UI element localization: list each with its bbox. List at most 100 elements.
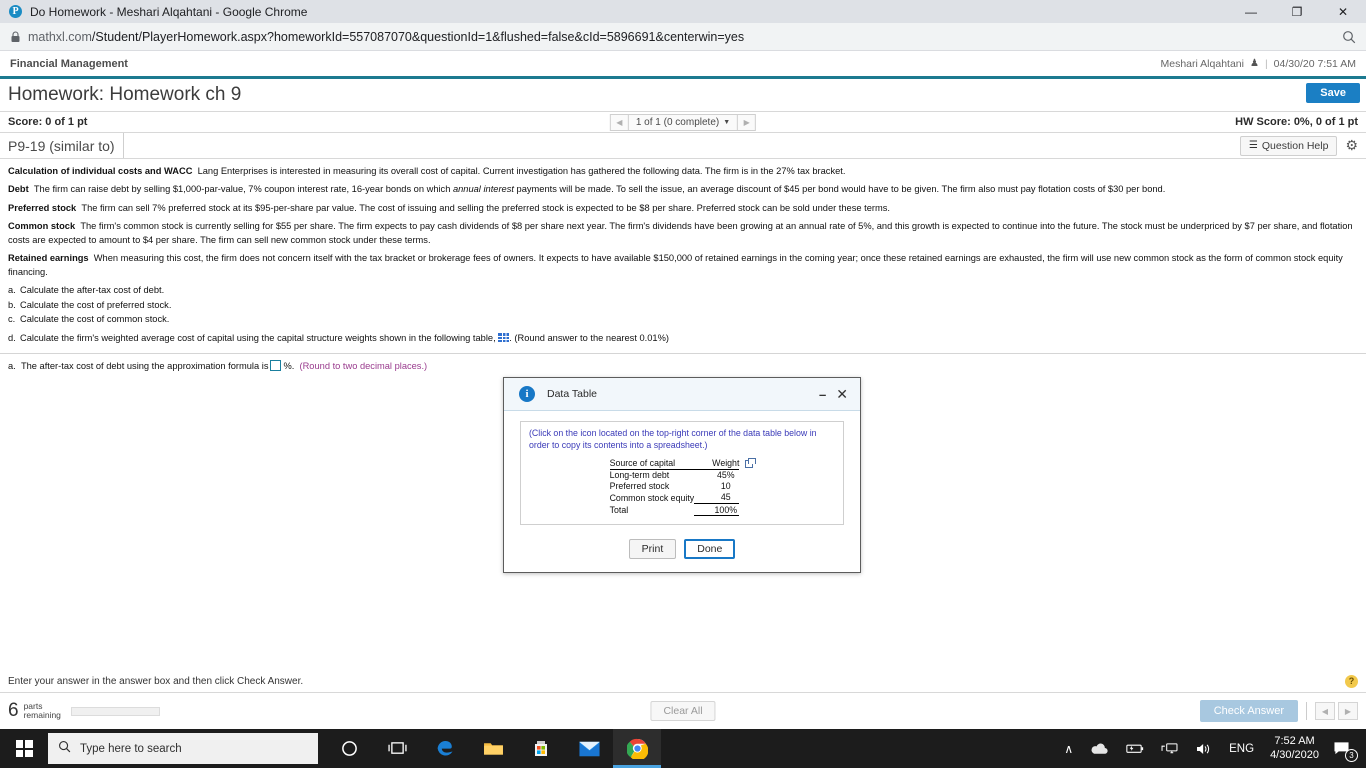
data-table-wrap: Source of capital Weight Long-term debt … [529,457,835,517]
dialog-title: Data Table [547,388,598,400]
clock[interactable]: 7:52 AM 4/30/2020 [1262,735,1327,763]
task-label-a: a. [8,285,16,296]
done-button[interactable]: Done [684,539,736,560]
browser-address-bar[interactable]: mathxl.com/Student/PlayerHomework.aspx?h… [0,23,1366,51]
answer-part-label: a. [8,360,16,371]
browser-title-bar: P Do Homework - Meshari Alqahtani - Goog… [0,0,1366,23]
problem-preferred-text: The firm can sell 7% preferred stock at … [81,202,890,213]
table-total-row: Total 100% [610,503,740,517]
dialog-close-button[interactable]: ✕ [836,387,848,401]
maximize-restore-button[interactable]: ❐ [1274,0,1320,23]
minimize-button[interactable]: — [1228,0,1274,23]
notification-center-icon[interactable]: 3 [1327,729,1360,768]
pager-next-button[interactable]: ▶ [737,114,755,130]
instruction-bar: Enter your answer in the answer box and … [0,671,1366,693]
question-id-label: P9-19 (similar to) [0,133,124,158]
system-tray: ∧ ENG 7:52 AM 4/30/2020 3 [1056,729,1366,768]
problem-retained-lead: Retained earnings [8,253,89,264]
task-label-d: d. [8,332,16,343]
question-help-button[interactable]: ☰ Question Help [1239,135,1338,156]
lock-icon [8,30,22,44]
problem-debt-lead: Debt [8,184,29,195]
language-indicator[interactable]: ENG [1221,729,1262,768]
action-bar: 6 parts remaining Clear All Check Answer… [0,694,1366,728]
chrome-icon[interactable] [613,729,661,768]
edge-icon[interactable] [421,729,469,768]
notification-badge: 3 [1345,749,1358,762]
network-icon[interactable] [1152,729,1187,768]
task-label-c: c. [8,314,16,325]
problem-intro-text: Lang Enterprises is interested in measur… [197,166,846,176]
close-button[interactable]: ✕ [1320,0,1366,23]
answer-unit: %. [283,360,295,371]
taskbar-search-input[interactable]: Type here to search [48,733,318,764]
problem-debt: Debt The firm can raise debt by selling … [8,183,1358,196]
chevron-down-icon: ▼ [723,118,731,126]
problem-preferred: Preferred stock The firm can sell 7% pre… [8,202,1358,215]
problem-retained-text: When measuring this cost, the firm does … [8,253,1343,277]
url-domain: mathxl.com [28,29,92,44]
check-answer-button[interactable]: Check Answer [1199,700,1298,722]
answer-divider [0,353,1366,355]
clear-all-button[interactable]: Clear All [650,701,716,721]
url-text[interactable]: mathxl.com/Student/PlayerHomework.aspx?h… [28,30,1340,44]
data-table-grid-icon[interactable] [498,332,510,342]
pager-label-text: 1 of 1 (0 complete) [635,116,720,128]
user-name[interactable]: Meshari Alqahtani [1161,58,1244,70]
table-row: Common stock equity 45 [609,491,740,504]
window-controls: — ❐ ✕ [1228,0,1366,23]
file-explorer-icon[interactable] [469,729,517,768]
task-view-icon[interactable] [373,729,421,768]
problem-preferred-lead: Preferred stock [8,202,77,213]
task-label-b: b. [8,299,16,310]
task-item-b: b. Calculate the cost of preferred stock. [8,299,1358,312]
cell-source-1: Preferred stock [609,481,670,492]
cortana-icon[interactable] [325,729,373,768]
microsoft-store-icon[interactable] [517,729,565,768]
task-text-a: Calculate the after-tax cost of debt. [20,285,165,296]
answer-input[interactable] [270,360,282,372]
mail-icon[interactable] [565,729,613,768]
page-title: Homework: Homework ch 9 [8,84,242,105]
battery-charging-icon[interactable] [1116,729,1152,768]
browser-tab-title: Do Homework - Meshari Alqahtani - Google… [30,4,308,19]
print-button[interactable]: Print [628,539,677,560]
course-name: Financial Management [10,57,128,70]
question-pager: ◀ 1 of 1 (0 complete) ▼ ▶ [609,113,757,131]
pager-dropdown[interactable]: 1 of 1 (0 complete) ▼ [629,115,737,130]
progress-bar [70,706,160,716]
capital-structure-table: Source of capital Weight Long-term debt … [609,457,740,517]
problem-common: Common stock The firm's common stock is … [8,220,1358,247]
windows-logo [15,740,33,757]
nav-next-button[interactable]: ▶ [1338,702,1358,720]
task-text-d-1: Calculate the firm's weighted average co… [20,332,496,343]
header-datetime: 04/30/20 7:51 AM [1273,57,1356,70]
cell-weight-2: 45 [694,491,740,504]
dialog-body: (Click on the icon located on the top-ri… [504,411,860,560]
copy-to-spreadsheet-icon[interactable] [745,457,757,468]
pager-prev-button[interactable]: ◀ [611,114,629,130]
dialog-footer: Print Done [520,539,844,560]
instruction-text: Enter your answer in the answer box and … [8,676,304,687]
clock-date: 4/30/2020 [1270,748,1319,761]
dialog-title-bar: i Data Table – ✕ [504,378,860,411]
list-icon: ☰ [1248,140,1258,151]
cell-source-2: Common stock equity [609,492,695,503]
save-button[interactable]: Save [1306,83,1360,103]
question-help-label: Question Help [1261,139,1329,152]
col-header-weight: Weight [694,457,740,470]
question-tools: ☰ Question Help ⚙ [1239,135,1366,156]
search-icon[interactable] [1340,28,1358,46]
windows-start-icon[interactable] [0,729,48,768]
tray-expand-icon[interactable]: ∧ [1056,729,1081,768]
onedrive-icon[interactable] [1081,729,1116,768]
nav-separator [1306,702,1307,720]
parts-remaining-count: 6 [8,700,19,721]
dialog-minimize-button[interactable]: – [819,388,826,401]
tab-favicon: P [9,5,22,18]
help-icon[interactable]: ? [1345,675,1358,688]
gear-icon[interactable]: ⚙ [1345,137,1358,154]
nav-prev-button[interactable]: ◀ [1315,702,1335,720]
homework-title-row: Homework: Homework ch 9 Save [0,79,1366,111]
volume-icon[interactable] [1187,729,1221,768]
